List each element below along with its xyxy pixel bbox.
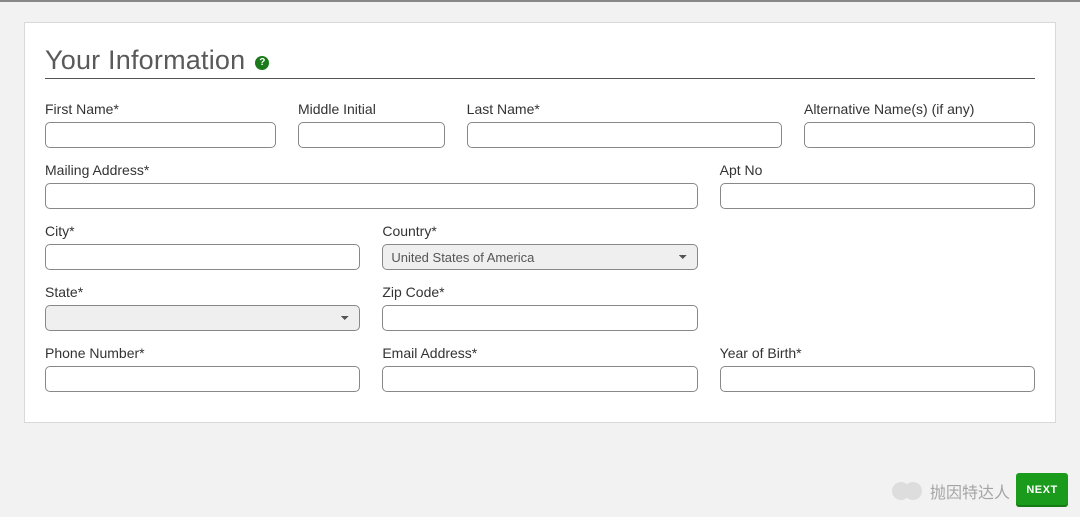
help-icon[interactable]: ? bbox=[255, 56, 269, 70]
heading-row: Your Information ? bbox=[45, 45, 1035, 79]
watermark-icon bbox=[904, 482, 922, 500]
field-state: State* bbox=[45, 284, 360, 331]
field-yob: Year of Birth* bbox=[720, 345, 1035, 392]
state-select[interactable] bbox=[45, 305, 360, 331]
zip-input[interactable] bbox=[382, 305, 697, 331]
label-alt-name: Alternative Name(s) (if any) bbox=[804, 101, 1035, 117]
email-input[interactable] bbox=[382, 366, 697, 392]
label-country: Country* bbox=[382, 223, 697, 239]
field-last-name: Last Name* bbox=[467, 101, 782, 148]
apt-no-input[interactable] bbox=[720, 183, 1035, 209]
label-middle-initial: Middle Initial bbox=[298, 101, 445, 117]
field-country: Country* United States of America bbox=[382, 223, 697, 270]
form-grid: First Name* Middle Initial Last Name* Al… bbox=[45, 101, 1035, 392]
field-first-name: First Name* bbox=[45, 101, 276, 148]
last-name-input[interactable] bbox=[467, 122, 782, 148]
label-zip: Zip Code* bbox=[382, 284, 697, 300]
field-mailing-address: Mailing Address* bbox=[45, 162, 698, 209]
city-input[interactable] bbox=[45, 244, 360, 270]
spacer bbox=[720, 284, 1035, 331]
label-state: State* bbox=[45, 284, 360, 300]
label-mailing-address: Mailing Address* bbox=[45, 162, 698, 178]
alt-name-input[interactable] bbox=[804, 122, 1035, 148]
field-email: Email Address* bbox=[382, 345, 697, 392]
label-apt-no: Apt No bbox=[720, 162, 1035, 178]
watermark-text: 抛因特达人 bbox=[930, 479, 1010, 503]
section-heading: Your Information bbox=[45, 45, 245, 76]
field-phone: Phone Number* bbox=[45, 345, 360, 392]
label-yob: Year of Birth* bbox=[720, 345, 1035, 361]
spacer bbox=[720, 223, 1035, 270]
field-middle-initial: Middle Initial bbox=[298, 101, 445, 148]
label-email: Email Address* bbox=[382, 345, 697, 361]
field-zip: Zip Code* bbox=[382, 284, 697, 331]
next-button[interactable]: NEXT bbox=[1016, 473, 1068, 507]
label-phone: Phone Number* bbox=[45, 345, 360, 361]
field-apt-no: Apt No bbox=[720, 162, 1035, 209]
phone-input[interactable] bbox=[45, 366, 360, 392]
label-city: City* bbox=[45, 223, 360, 239]
first-name-input[interactable] bbox=[45, 122, 276, 148]
label-first-name: First Name* bbox=[45, 101, 276, 117]
field-city: City* bbox=[45, 223, 360, 270]
form-card: Your Information ? First Name* Middle In… bbox=[24, 22, 1056, 423]
field-alt-name: Alternative Name(s) (if any) bbox=[804, 101, 1035, 148]
middle-initial-input[interactable] bbox=[298, 122, 445, 148]
mailing-address-input[interactable] bbox=[45, 183, 698, 209]
yob-input[interactable] bbox=[720, 366, 1035, 392]
country-select[interactable]: United States of America bbox=[382, 244, 697, 270]
label-last-name: Last Name* bbox=[467, 101, 782, 117]
watermark: 抛因特达人 bbox=[892, 479, 1010, 503]
